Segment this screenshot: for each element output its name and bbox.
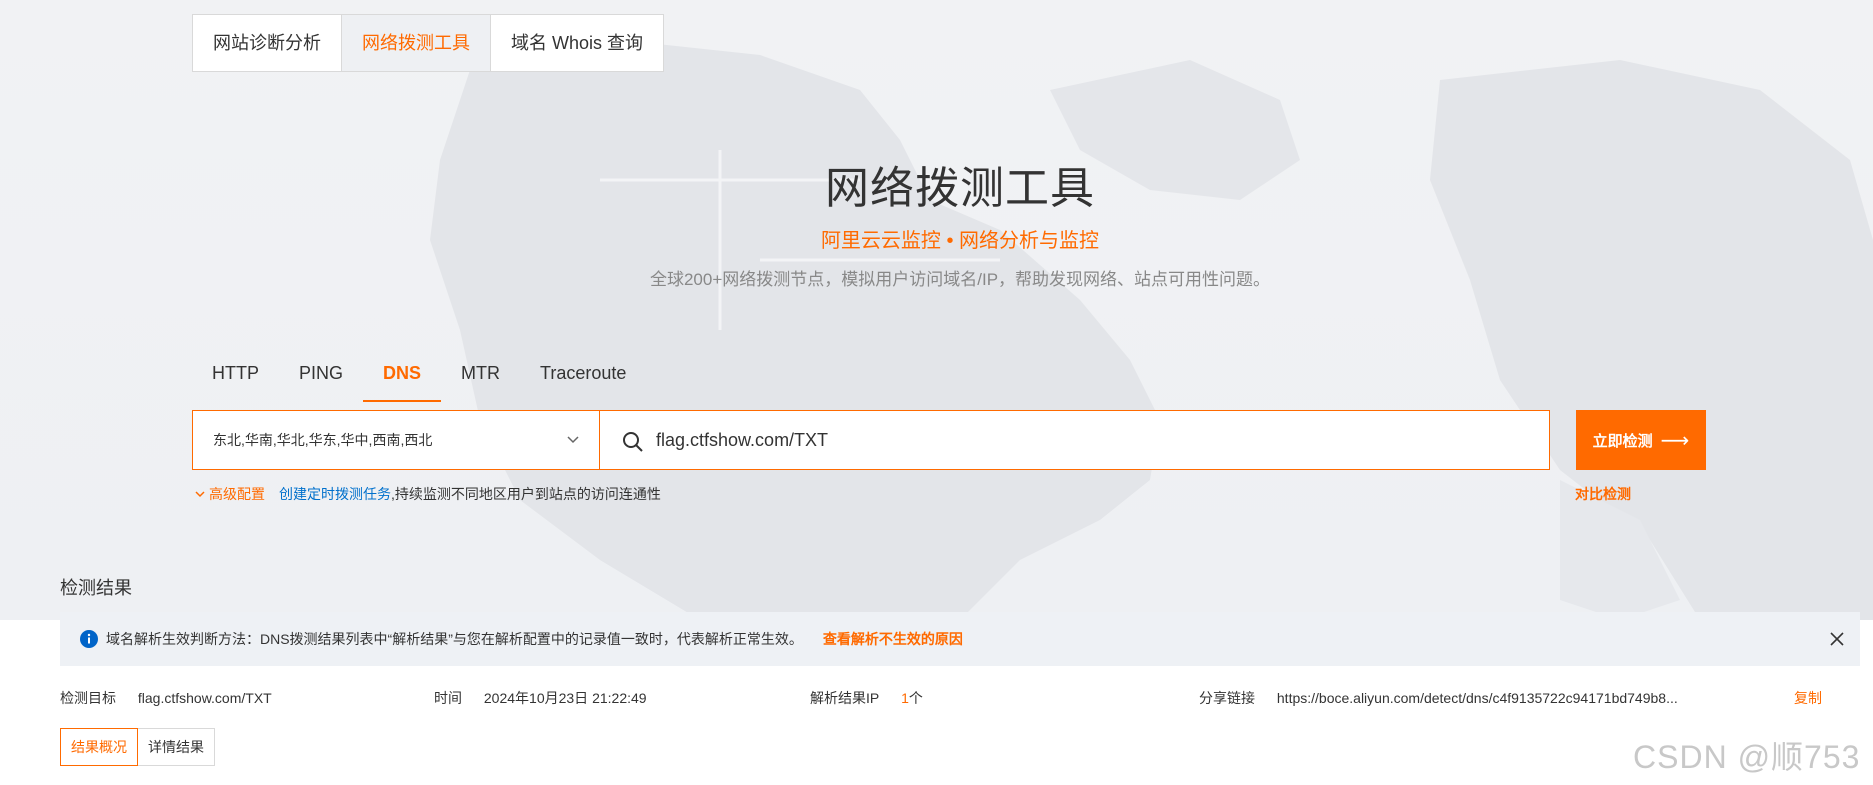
tab-network-probe[interactable]: 网络拨测工具 <box>342 15 491 71</box>
protocol-tabs: HTTP PING DNS MTR Traceroute <box>192 356 646 402</box>
advanced-row: 高级配置 创建定时拨测任务 ,持续监测不同地区用户到站点的访问连通性 <box>194 484 661 504</box>
chevron-down-icon <box>195 491 205 498</box>
tab-dns[interactable]: DNS <box>363 356 442 402</box>
resolved-ip-meta: 解析结果IP 1个 <box>810 688 923 708</box>
target-input[interactable] <box>656 429 1516 451</box>
search-icon <box>623 432 643 452</box>
time-value: 2024年10月23日 21:22:49 <box>483 690 647 706</box>
tool-tabs: 网站诊断分析 网络拨测工具 域名 Whois 查询 <box>192 14 665 72</box>
ip-unit: 个 <box>908 690 923 706</box>
share-meta: 分享链接 https://boce.aliyun.com/detect/dns/… <box>1199 688 1678 708</box>
target-value: flag.ctfshow.com/TXT <box>137 690 272 706</box>
close-icon[interactable] <box>1828 630 1846 648</box>
create-schedule-link[interactable]: 创建定时拨测任务 <box>279 484 391 504</box>
schedule-description: ,持续监测不同地区用户到站点的访问连通性 <box>391 486 661 502</box>
tab-traceroute[interactable]: Traceroute <box>520 356 646 402</box>
tab-http[interactable]: HTTP <box>192 356 279 402</box>
info-icon <box>80 630 98 648</box>
tab-site-diagnosis[interactable]: 网站诊断分析 <box>193 15 342 71</box>
advanced-config-label: 高级配置 <box>209 486 265 502</box>
region-select-value: 东北,华南,华北,华东,华中,西南,西北 <box>213 432 433 448</box>
result-tabs: 结果概况 详情结果 <box>60 728 215 766</box>
compare-detect-link[interactable]: 对比检测 <box>1575 484 1631 504</box>
not-effective-reason-link[interactable]: 查看解析不生效的原因 <box>823 629 963 649</box>
advanced-config-toggle[interactable]: 高级配置 <box>194 484 265 504</box>
tab-mtr[interactable]: MTR <box>441 356 520 402</box>
tab-ping[interactable]: PING <box>279 356 363 402</box>
page-title: 网络拨测工具 <box>825 164 1095 213</box>
time-meta: 时间 2024年10月23日 21:22:49 <box>434 688 647 708</box>
detect-target-meta: 检测目标 flag.ctfshow.com/TXT <box>60 688 272 708</box>
tab-result-overview[interactable]: 结果概况 <box>60 728 138 766</box>
target-label: 检测目标 <box>60 690 116 706</box>
tab-whois[interactable]: 域名 Whois 查询 <box>491 15 664 71</box>
watermark: CSDN @顺753 <box>1633 739 1861 775</box>
copy-button[interactable]: 复制 <box>1794 688 1822 708</box>
share-link[interactable]: https://boce.aliyun.com/detect/dns/c4f91… <box>1277 690 1678 706</box>
detect-button-label: 立即检测 <box>1592 432 1653 450</box>
ip-label: 解析结果IP <box>810 690 880 706</box>
time-label: 时间 <box>434 690 462 706</box>
share-label: 分享链接 <box>1199 690 1255 706</box>
tab-result-detail[interactable]: 详情结果 <box>138 728 215 766</box>
world-map-background <box>430 40 1873 620</box>
region-select[interactable]: 东北,华南,华北,华东,华中,西南,西北 <box>192 410 600 470</box>
dns-notice: 域名解析生效判断方法：DNS拨测结果列表中“解析结果”与您在解析配置中的记录值一… <box>60 612 1860 666</box>
hero-background <box>0 0 1873 620</box>
arrow-right-icon: ⟶ <box>1660 429 1690 452</box>
ip-count: 1 <box>901 690 909 706</box>
page-description: 全球200+网络拨测节点，模拟用户访问域名/IP，帮助发现网络、站点可用性问题。 <box>649 270 1271 289</box>
results-title: 检测结果 <box>60 578 132 598</box>
detect-button[interactable]: 立即检测 ⟶ <box>1576 410 1706 470</box>
page-subtitle: 阿里云云监控 • 网络分析与监控 <box>820 230 1100 252</box>
notice-text: 域名解析生效判断方法：DNS拨测结果列表中“解析结果”与您在解析配置中的记录值一… <box>106 631 803 647</box>
target-input-box <box>599 410 1550 470</box>
chevron-down-icon <box>567 436 579 444</box>
